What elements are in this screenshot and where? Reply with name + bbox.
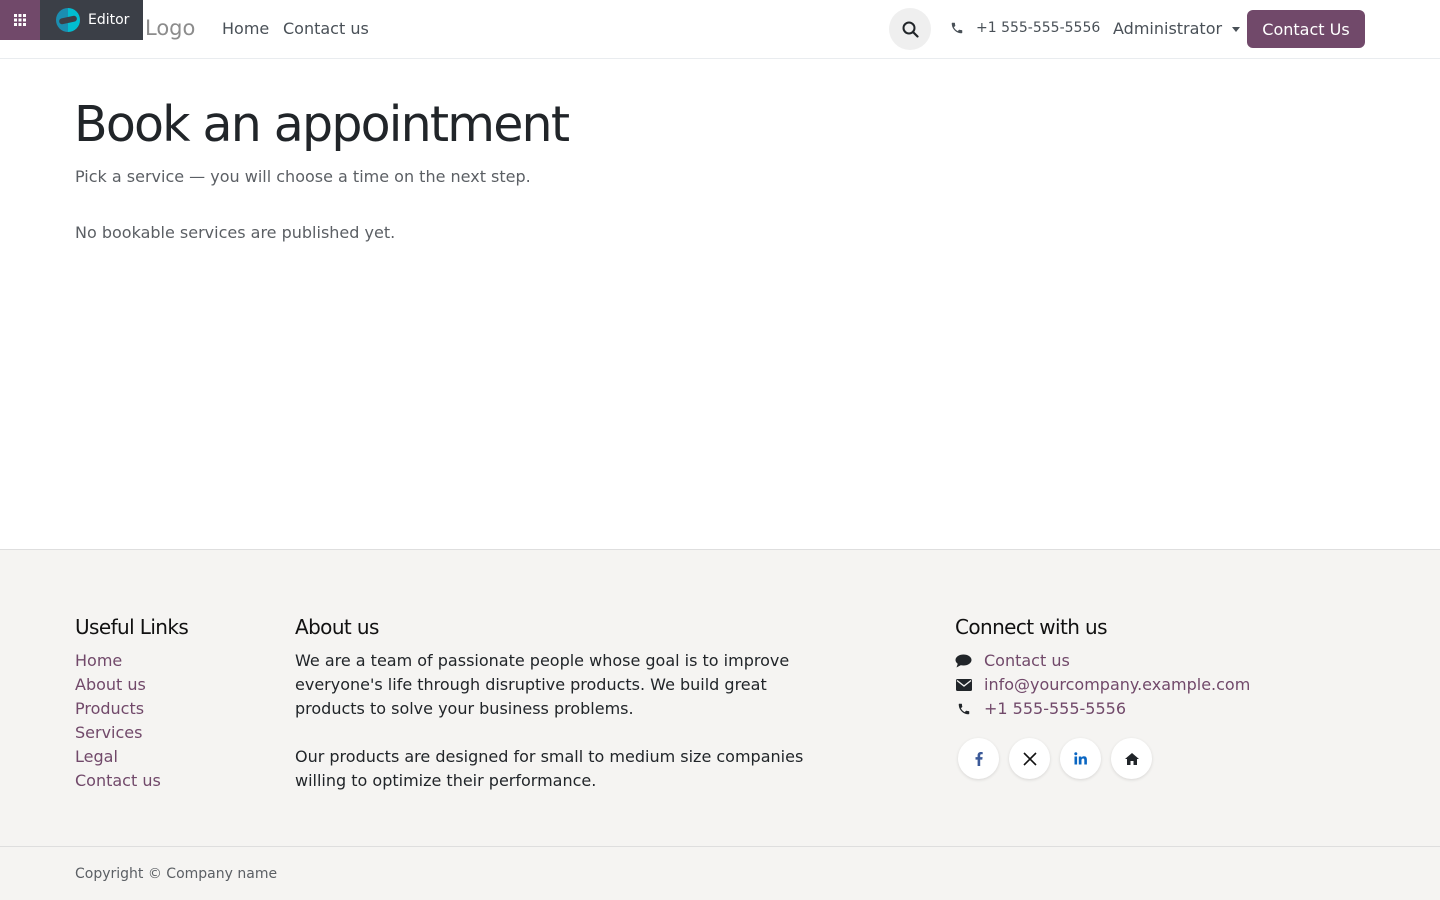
- social-links: [958, 738, 1152, 779]
- user-name: Administrator: [1113, 19, 1223, 38]
- site-footer: Useful Links Home About us Products Serv…: [0, 549, 1440, 846]
- connect-list: Contact us info@yourcompany.example.com …: [955, 649, 1250, 721]
- search-button[interactable]: [889, 8, 931, 50]
- apps-menu-button[interactable]: [0, 0, 40, 40]
- copyright-text: Copyright © Company name: [75, 866, 278, 882]
- envelope-icon: [955, 679, 972, 691]
- useful-links-list: Home About us Products Services Legal Co…: [75, 649, 161, 793]
- phone-icon: [955, 702, 972, 716]
- connect-email-label: info@yourcompany.example.com: [984, 675, 1251, 694]
- user-menu[interactable]: Administrator: [1113, 19, 1241, 38]
- copyright-bar: Copyright © Company name: [0, 846, 1440, 900]
- header-phone-number: +1 555-555-5556: [976, 20, 1101, 36]
- connect-email[interactable]: info@yourcompany.example.com: [955, 673, 1250, 697]
- linkedin-icon: [1074, 752, 1087, 765]
- home-link[interactable]: [1111, 738, 1152, 779]
- nav-item-contact-us[interactable]: Contact us: [283, 19, 369, 38]
- footer-link-contact-us[interactable]: Contact us: [75, 769, 161, 793]
- comment-icon: [955, 654, 972, 668]
- connect-phone-label: +1 555-555-5556: [984, 699, 1127, 718]
- footer-link-services[interactable]: Services: [75, 721, 161, 745]
- nav-item-home[interactable]: Home: [222, 19, 269, 38]
- home-icon: [1124, 752, 1139, 765]
- site-header: Logo Home Contact us +1 555-555-5556 Adm…: [0, 0, 1440, 59]
- header-phone[interactable]: +1 555-555-5556: [950, 20, 1100, 36]
- page-subtitle: Pick a service — you will choose a time …: [75, 167, 531, 186]
- about-paragraph-2: Our products are designed for small to m…: [295, 747, 804, 790]
- facebook-icon: [975, 751, 983, 766]
- x-twitter-link[interactable]: [1009, 738, 1050, 779]
- contact-us-button[interactable]: Contact Us: [1247, 10, 1365, 48]
- site-logo[interactable]: Logo: [145, 16, 195, 40]
- footer-link-legal[interactable]: Legal: [75, 745, 161, 769]
- phone-icon: [951, 22, 963, 34]
- connect-phone[interactable]: +1 555-555-5556: [955, 697, 1250, 721]
- search-icon: [902, 21, 919, 38]
- facebook-link[interactable]: [958, 738, 999, 779]
- about-paragraph-1: We are a team of passionate people whose…: [295, 651, 790, 718]
- caret-down-icon: [1232, 27, 1241, 32]
- editor-label: Editor: [88, 12, 130, 28]
- useful-links-heading: Useful Links: [75, 615, 189, 639]
- connect-contact-us-label: Contact us: [984, 651, 1070, 670]
- linkedin-link[interactable]: [1060, 738, 1101, 779]
- connect-heading: Connect with us: [955, 615, 1108, 639]
- footer-link-home[interactable]: Home: [75, 649, 161, 673]
- editor-logo-icon: [56, 8, 80, 32]
- about-heading: About us: [295, 615, 379, 639]
- page-title: Book an appointment: [74, 96, 570, 153]
- footer-link-products[interactable]: Products: [75, 697, 161, 721]
- x-twitter-icon: [1022, 751, 1037, 766]
- connect-contact-us[interactable]: Contact us: [955, 649, 1250, 673]
- apps-grid-icon: [14, 14, 26, 26]
- footer-link-about-us[interactable]: About us: [75, 673, 161, 697]
- editor-button[interactable]: Editor: [40, 0, 143, 40]
- empty-state-message: No bookable services are published yet.: [75, 223, 396, 242]
